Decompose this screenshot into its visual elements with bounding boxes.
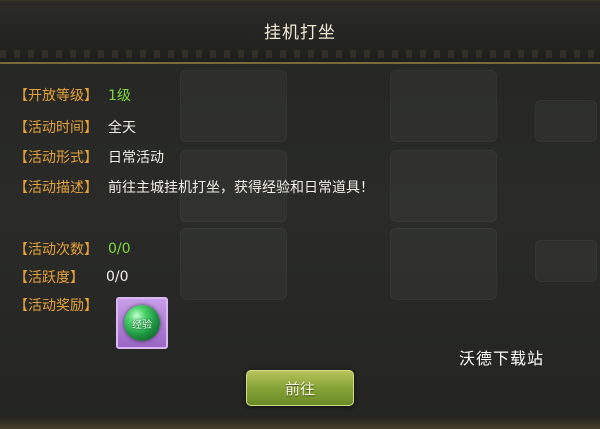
reward-item-label: 经验 [132,319,152,331]
header-ornament [0,50,600,58]
info-row-description: 【活动描述】 前往主城挂机打坐，获得经验和日常道具！ [14,176,374,198]
activity-points-value: 0/0 [106,269,129,285]
watermark-text: 沃德下载站 [459,349,545,368]
dialog-header: 挂机打坐 [0,0,600,64]
activity-time-label: 【活动时间】 [14,120,98,136]
dialog-title: 挂机打坐 [264,23,336,43]
background-panel [390,228,497,300]
activity-description-value: 前往主城挂机打坐，获得经验和日常道具！ [108,180,374,196]
info-row-format: 【活动形式】 日常活动 [14,146,164,168]
open-level-value: 1级 [108,88,131,104]
activity-reward-label: 【活动奖励】 [14,298,98,314]
experience-orb-icon: 经验 [124,305,160,341]
background-panel [390,70,497,142]
background-panel [535,240,597,282]
background-panel [390,150,497,222]
background-panel [180,228,287,300]
info-row-reward: 【活动奖励】 [14,294,98,316]
info-row-time: 【活动时间】 全天 [14,116,136,138]
activity-count-label: 【活动次数】 [14,242,98,258]
info-row-count: 【活动次数】 0/0 [14,238,131,260]
activity-time-value: 全天 [108,120,136,136]
activity-dialog: 挂机打坐 【开放等级】 1级 【活动时间】 全天 【活动形式】 日常活动 【活动… [0,0,600,429]
open-level-label: 【开放等级】 [14,88,98,104]
background-panel [180,70,287,142]
activity-format-value: 日常活动 [108,150,164,166]
info-row-activity-points: 【活跃度】 0/0 [14,266,129,288]
background-panel [535,100,597,142]
reward-item-slot[interactable]: 经验 [116,297,168,349]
go-button[interactable]: 前往 [246,370,354,406]
activity-points-label: 【活跃度】 [14,270,84,286]
activity-description-label: 【活动描述】 [14,180,98,196]
info-row-open-level: 【开放等级】 1级 [14,84,131,106]
activity-format-label: 【活动形式】 [14,150,98,166]
activity-count-value: 0/0 [108,241,131,257]
bottom-ornament [0,417,600,429]
